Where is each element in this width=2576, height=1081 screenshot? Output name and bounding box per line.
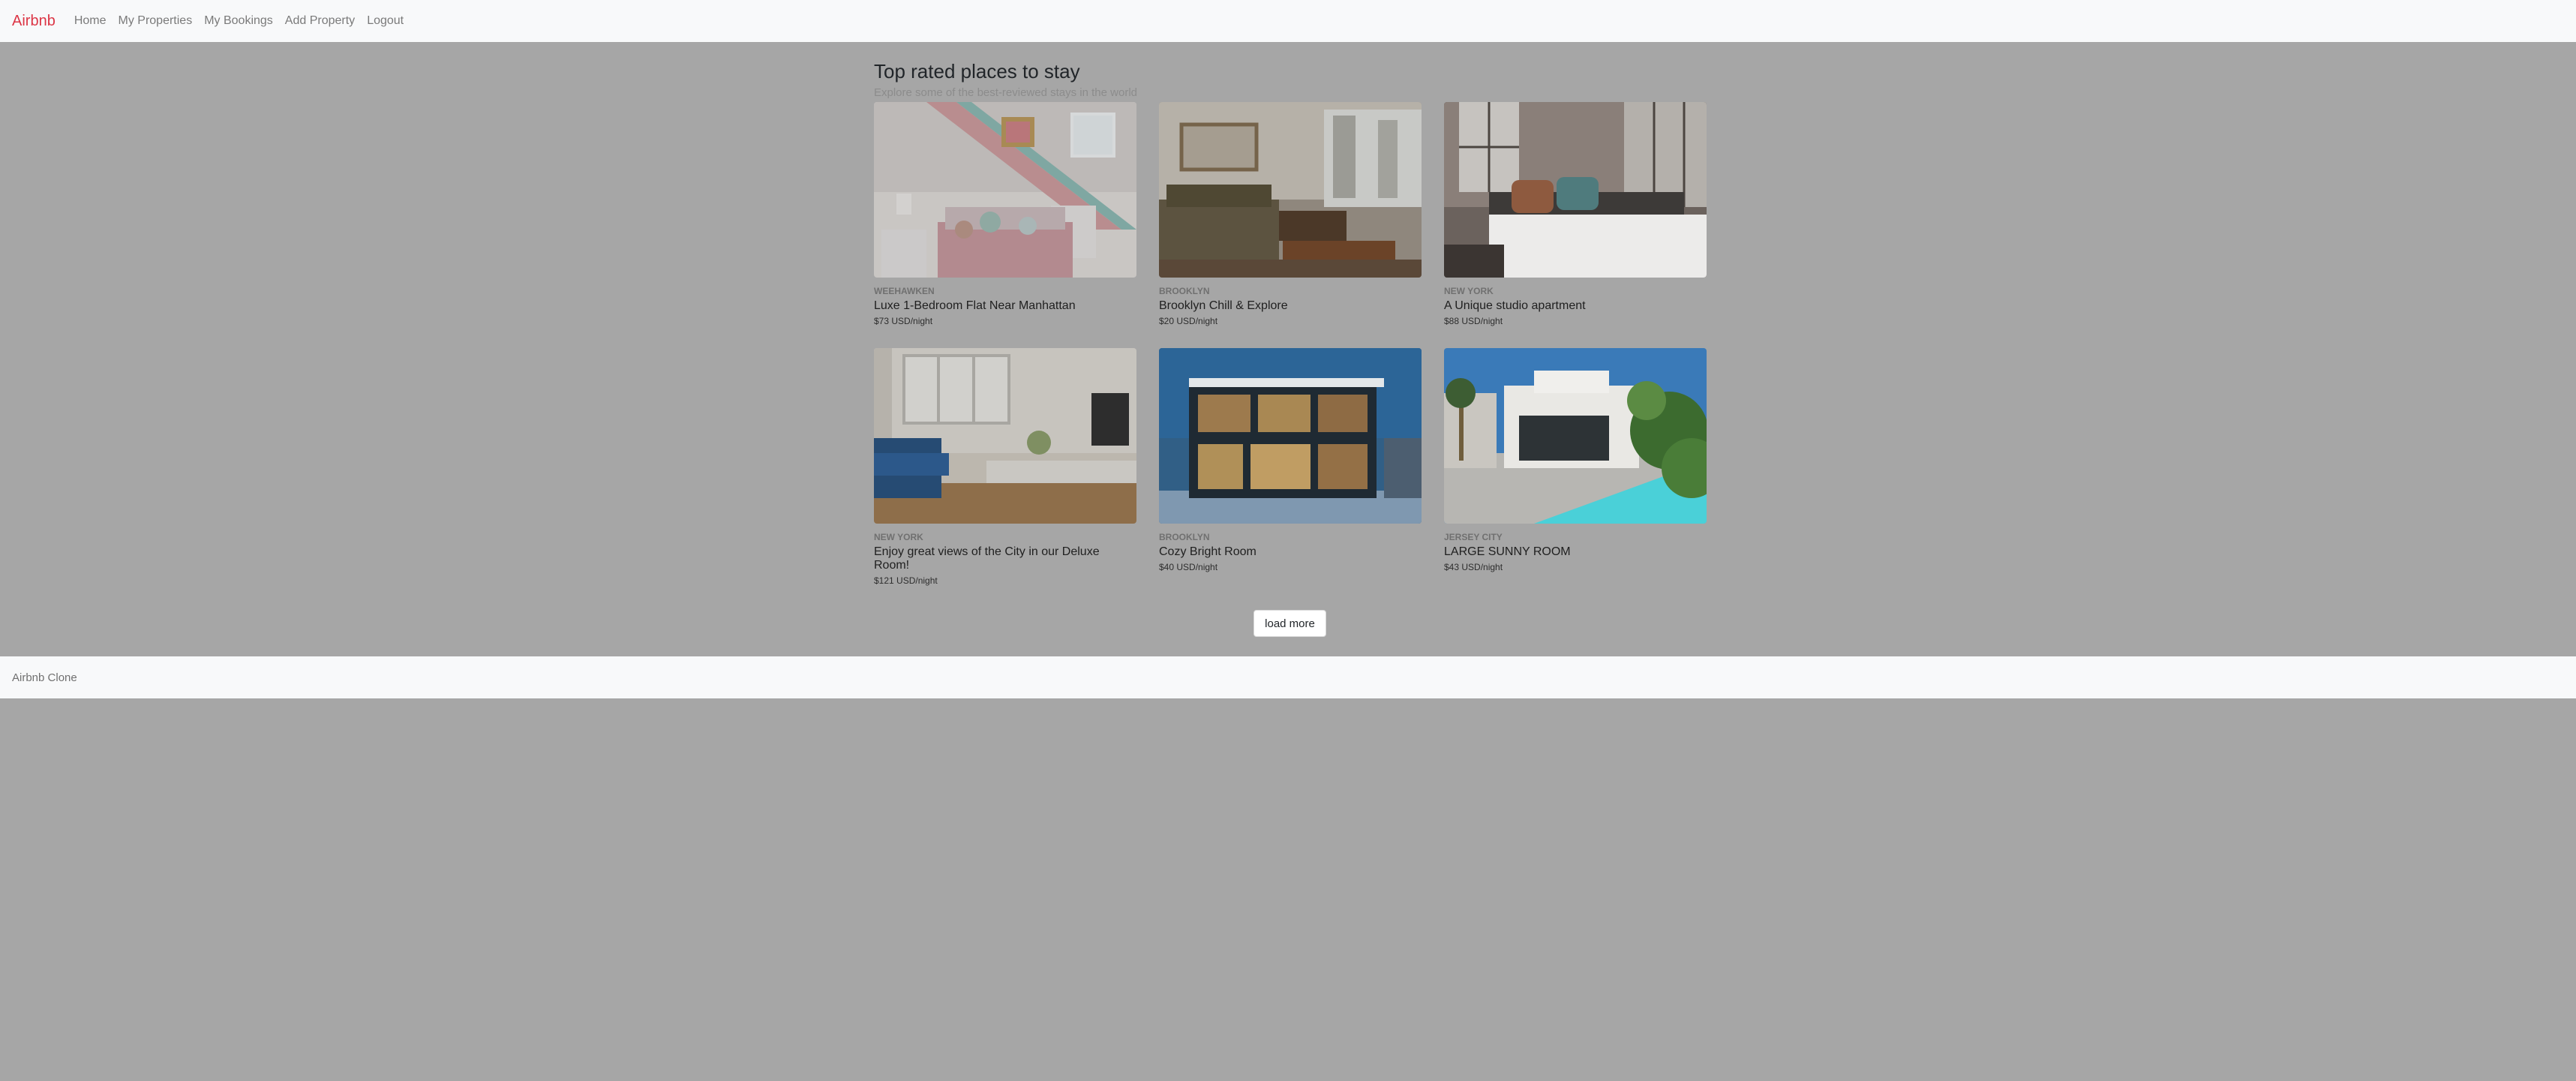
top-navbar: Airbnb Home My Properties My Bookings Ad… [0,0,2576,42]
nav-link-my-properties[interactable]: My Properties [119,15,193,27]
listing-title[interactable]: Brooklyn Chill & Explore [1159,299,1422,313]
listing-photo[interactable] [1159,348,1422,524]
villa-pool-photo-icon [1444,348,1707,524]
listing-city: NEW YORK [1444,286,1494,296]
listing-photo[interactable] [1159,102,1422,278]
nav-link-logout[interactable]: Logout [367,15,404,27]
page-title: Top rated places to stay [874,60,1080,83]
listing-city: BROOKLYN [1159,286,1210,296]
bedroom-photo-icon [874,102,1136,278]
listing-price: $88 USD/night [1444,316,1503,326]
listing-city: WEEHAWKEN [874,286,935,296]
brand-logo-link[interactable]: Airbnb [12,14,56,29]
listing-title[interactable]: A Unique studio apartment [1444,299,1707,313]
listing-price: $73 USD/night [874,316,933,326]
nav-link-add-property[interactable]: Add Property [285,15,355,27]
living-room-photo-icon [1159,102,1422,278]
listing-price: $43 USD/night [1444,562,1503,572]
modern-house-photo-icon [1159,348,1422,524]
listing-city: BROOKLYN [1159,532,1210,542]
listing-card[interactable]: BROOKLYN Brooklyn Chill & Explore $20 US… [1159,102,1422,327]
page-footer: Airbnb Clone [0,656,2576,698]
nav-link-home[interactable]: Home [74,15,107,27]
footer-text: Airbnb Clone [12,671,77,684]
listing-card[interactable]: NEW YORK A Unique studio apartment $88 U… [1444,102,1707,327]
nav-link-my-bookings[interactable]: My Bookings [204,15,273,27]
listing-card[interactable]: BROOKLYN Cozy Bright Room $40 USD/night [1159,348,1422,573]
listing-photo[interactable] [874,348,1136,524]
listing-price: $121 USD/night [874,575,938,586]
listing-photo[interactable] [1444,348,1707,524]
listing-title[interactable]: Luxe 1-Bedroom Flat Near Manhattan [874,299,1136,313]
listing-card[interactable]: NEW YORK Enjoy great views of the City i… [874,348,1136,587]
listing-city: JERSEY CITY [1444,532,1503,542]
deluxe-room-photo-icon [874,348,1136,524]
load-more-button[interactable]: load more [1253,610,1326,637]
listing-photo[interactable] [874,102,1136,278]
listing-title[interactable]: Cozy Bright Room [1159,545,1422,559]
listing-card[interactable]: JERSEY CITY LARGE SUNNY ROOM $43 USD/nig… [1444,348,1707,573]
page-subtitle: Explore some of the best-reviewed stays … [874,86,1137,99]
listing-card[interactable]: WEEHAWKEN Luxe 1-Bedroom Flat Near Manha… [874,102,1136,327]
listing-price: $40 USD/night [1159,562,1218,572]
listing-price: $20 USD/night [1159,316,1218,326]
listing-photo[interactable] [1444,102,1707,278]
listing-title[interactable]: Enjoy great views of the City in our Del… [874,545,1136,572]
listing-title[interactable]: LARGE SUNNY ROOM [1444,545,1707,559]
listing-city: NEW YORK [874,532,923,542]
loft-bedroom-photo-icon [1444,102,1707,278]
